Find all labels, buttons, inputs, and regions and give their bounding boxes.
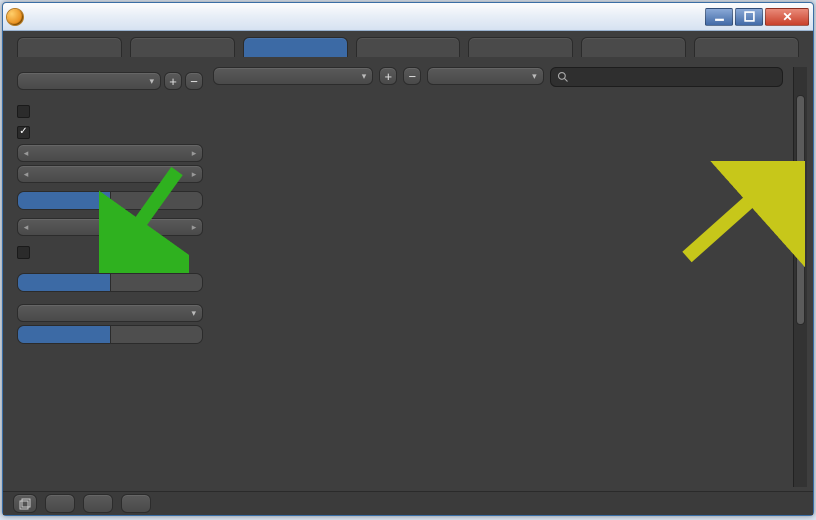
- tab-input[interactable]: [243, 37, 348, 57]
- increment-icon: ▸: [189, 222, 199, 233]
- chevron-down-icon: ▾: [191, 308, 196, 319]
- zoom-vertical[interactable]: [18, 326, 110, 343]
- keymap-filter-row: ▾ + − ▾: [213, 67, 783, 87]
- scrollbar-thumb[interactable]: [796, 95, 805, 325]
- close-button[interactable]: [765, 8, 809, 26]
- emulate-numpad-checkbox[interactable]: [17, 243, 203, 261]
- select-with-toggle: [17, 191, 203, 210]
- blender-icon: [7, 9, 23, 25]
- checkbox-icon: [17, 246, 30, 259]
- tab-interface[interactable]: [17, 37, 122, 57]
- decrement-icon: ◂: [21, 148, 31, 159]
- left-panel: ▾ + − ◂ ▸: [17, 67, 203, 487]
- select-with-left[interactable]: [18, 192, 110, 209]
- checkbox-icon: [17, 126, 30, 139]
- popout-button[interactable]: [13, 494, 37, 513]
- decrement-icon: ◂: [21, 222, 31, 233]
- body-row: ▾ + − ◂ ▸: [3, 57, 813, 491]
- zoom-method-dropdown[interactable]: ▾: [17, 304, 203, 322]
- keyconfig-remove-button[interactable]: −: [403, 67, 421, 85]
- tab-system[interactable]: [694, 37, 799, 57]
- tab-file[interactable]: [581, 37, 686, 57]
- tab-editing[interactable]: [130, 37, 235, 57]
- emulate-3-button-checkbox[interactable]: [17, 102, 203, 120]
- maximize-icon: [744, 11, 755, 22]
- select-with-right[interactable]: [110, 192, 203, 209]
- keyconfig-dropdown[interactable]: ▾: [213, 67, 373, 85]
- client-area: ▾ + − ◂ ▸: [3, 31, 813, 515]
- chevron-down-icon: ▾: [532, 71, 537, 82]
- checkbox-icon: [17, 105, 30, 118]
- chevron-down-icon: ▾: [362, 71, 367, 82]
- maximize-button[interactable]: [735, 8, 763, 26]
- right-panel: ▾ + − ▾: [213, 67, 783, 487]
- keymap-tree: [213, 93, 783, 487]
- increment-icon: ▸: [189, 148, 199, 159]
- chevron-down-icon: ▾: [149, 76, 154, 87]
- drag-threshold-field[interactable]: ◂ ▸: [17, 144, 203, 162]
- orbit-turntable[interactable]: [18, 274, 110, 291]
- save-settings-button[interactable]: [45, 494, 75, 513]
- tweak-threshold-field[interactable]: ◂ ▸: [17, 165, 203, 183]
- window-frame: ▾ + − ◂ ▸: [2, 2, 814, 516]
- close-icon: [782, 11, 793, 22]
- preset-remove-button[interactable]: −: [185, 72, 203, 90]
- tab-addons[interactable]: [356, 37, 461, 57]
- import-keyconfig-button[interactable]: [83, 494, 113, 513]
- presets-dropdown[interactable]: ▾: [17, 72, 161, 90]
- increment-icon: ▸: [189, 169, 199, 180]
- export-keyconfig-button[interactable]: [121, 494, 151, 513]
- window-buttons: [705, 8, 809, 26]
- zoom-axis-toggle: [17, 325, 203, 344]
- keymap-search-input[interactable]: [550, 67, 783, 87]
- keyconfig-add-button[interactable]: +: [379, 67, 397, 85]
- search-icon: [557, 71, 569, 83]
- popout-icon: [19, 498, 31, 510]
- decrement-icon: ◂: [21, 169, 31, 180]
- preferences-tabs: [3, 31, 813, 57]
- preset-add-button[interactable]: +: [164, 72, 182, 90]
- minimize-icon: [714, 11, 725, 22]
- orbit-style-toggle: [17, 273, 203, 292]
- tab-themes[interactable]: [468, 37, 573, 57]
- scrollbar[interactable]: [793, 67, 807, 487]
- zoom-horizontal[interactable]: [110, 326, 203, 343]
- double-click-speed-field[interactable]: ◂ ▸: [17, 218, 203, 236]
- titlebar[interactable]: [3, 3, 813, 31]
- minimize-button[interactable]: [705, 8, 733, 26]
- filter-mode-dropdown[interactable]: ▾: [427, 67, 543, 85]
- orbit-trackball[interactable]: [110, 274, 203, 291]
- continuous-grab-checkbox[interactable]: [17, 123, 203, 141]
- footer: [3, 491, 813, 515]
